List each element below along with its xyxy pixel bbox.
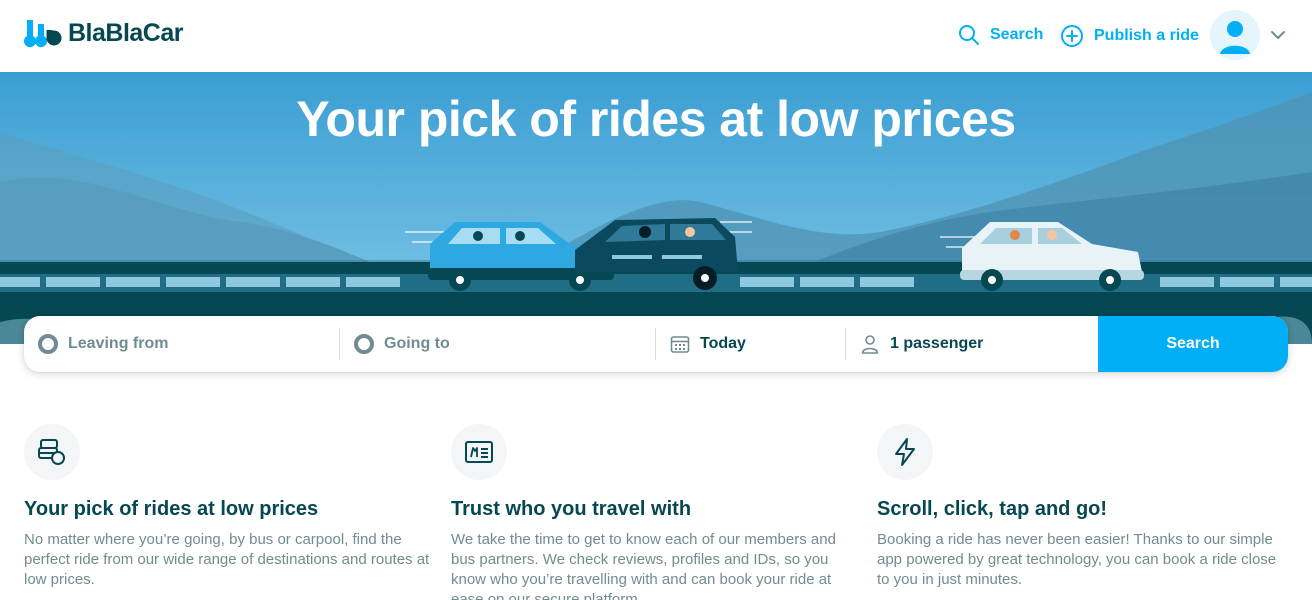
logo-mark-icon — [24, 20, 62, 48]
date-value: Today — [700, 335, 746, 352]
leaving-from-field[interactable]: Leaving from — [24, 316, 340, 372]
user-avatar-icon — [1210, 10, 1260, 60]
blablacar-logo[interactable]: BlaBlaCar — [24, 18, 184, 48]
search-rides-button[interactable]: Search — [1098, 316, 1288, 372]
feature-title: Your pick of rides at low prices — [24, 498, 319, 520]
hero-title: Your pick of rides at low prices — [296, 91, 1016, 147]
publish-ride-link[interactable]: Publish a ride — [1060, 24, 1199, 48]
passenger-selector-field[interactable]: 1 passenger — [846, 316, 1098, 372]
calendar-icon — [670, 336, 690, 353]
passengers-value: 1 passenger — [890, 335, 984, 352]
feature-description: Booking a ride has never been easier! Th… — [877, 531, 1277, 588]
feature-easy-booking: Scroll, click, tap and go! Booking a rid… — [877, 424, 1287, 590]
id-card-icon — [465, 441, 493, 463]
search-icon — [959, 25, 979, 45]
plus-circle-icon — [1061, 25, 1083, 47]
chevron-down-icon — [1271, 31, 1285, 39]
bus-car-icon — [38, 439, 65, 465]
feature-icon-badge — [24, 424, 80, 480]
logo-text: BlaBlaCar — [68, 18, 184, 47]
feature-description: We take the time to get to know each of … — [451, 531, 836, 600]
feature-trust: Trust who you travel with We take the ti… — [451, 424, 861, 600]
publish-ride-label: Publish a ride — [1094, 27, 1199, 44]
header-search-link[interactable]: Search — [958, 24, 1043, 46]
feature-icon-badge — [877, 424, 933, 480]
leaving-from-placeholder: Leaving from — [68, 335, 169, 352]
top-header: BlaBlaCar Search Publish a ride — [0, 0, 1312, 72]
origin-circle-icon — [38, 334, 58, 354]
lightning-icon — [895, 438, 915, 466]
feature-low-prices: Your pick of rides at low prices No matt… — [24, 424, 434, 590]
header-search-label: Search — [990, 26, 1044, 43]
person-icon — [861, 335, 879, 354]
feature-icon-badge — [451, 424, 507, 480]
feature-description: No matter where you’re going, by bus or … — [24, 531, 430, 588]
ride-search-bar: Leaving from Going to Today 1 passenger … — [24, 316, 1288, 372]
feature-title: Scroll, click, tap and go! — [877, 498, 1108, 520]
feature-title: Trust who you travel with — [451, 498, 692, 520]
hero-banner: Your pick of rides at low prices — [0, 72, 1312, 344]
destination-circle-icon — [354, 334, 374, 354]
going-to-placeholder: Going to — [384, 335, 450, 352]
date-picker-field[interactable]: Today — [656, 316, 846, 372]
avatar — [1210, 10, 1260, 60]
profile-menu[interactable] — [1210, 10, 1286, 60]
going-to-field[interactable]: Going to — [340, 316, 656, 372]
